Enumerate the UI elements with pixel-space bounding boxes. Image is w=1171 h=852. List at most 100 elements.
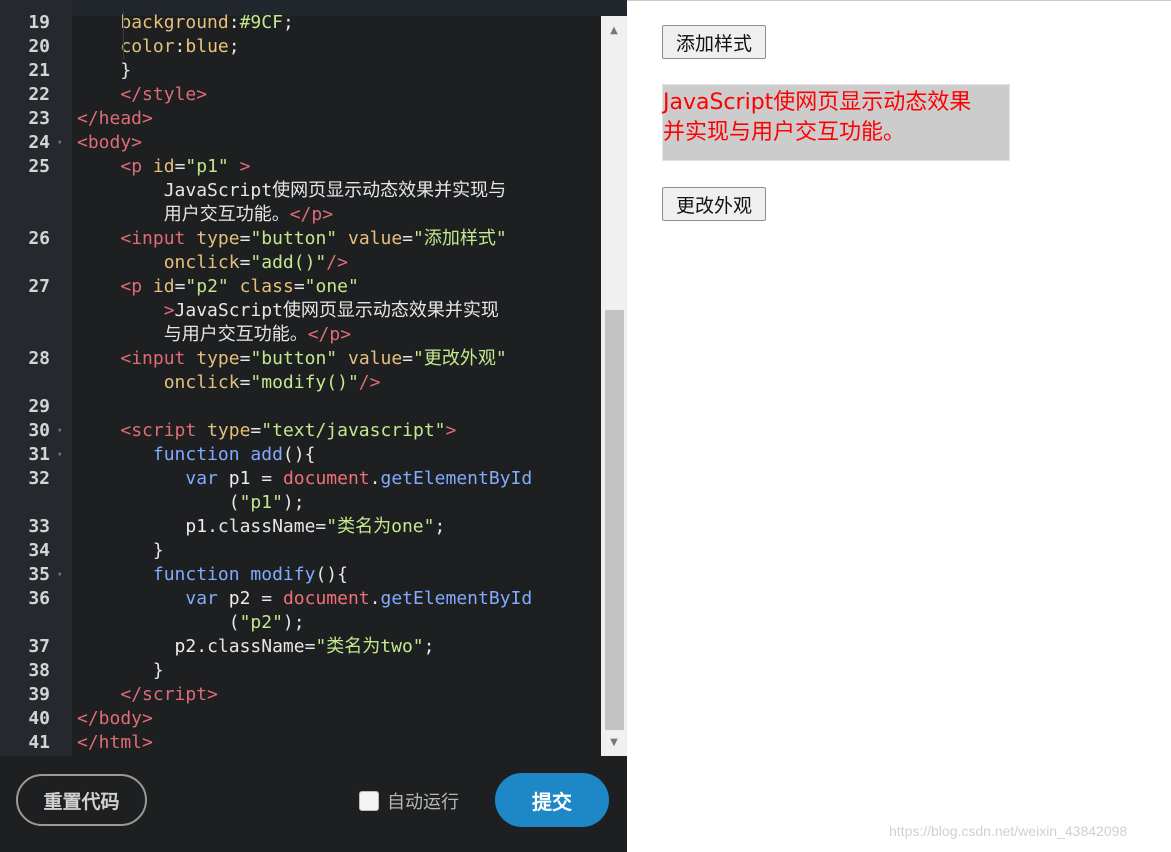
code-text: onclick="modify()"/> (163, 372, 381, 393)
line-number: 19 (28, 12, 50, 33)
code-text: >JavaScript使网页显示动态效果并实现 (163, 300, 499, 321)
line-number: 24 (28, 132, 50, 153)
code-line[interactable]: 28 <input type="button" value="更改外观" (0, 347, 600, 371)
code-line[interactable]: 39 </script> (0, 683, 600, 707)
code-line[interactable]: 36 var p2 = document.getElementById (0, 587, 600, 611)
code-line[interactable]: ("p1"); (0, 491, 600, 515)
code-line[interactable]: JavaScript使网页显示动态效果并实现与 (0, 179, 600, 203)
code-text: p2.className="类名为two"; (174, 636, 435, 657)
line-number: 25 (28, 156, 50, 177)
line-number: 38 (28, 660, 50, 681)
code-line[interactable]: 27 <p id="p2" class="one" (0, 275, 600, 299)
code-line[interactable]: 34 } (0, 539, 600, 563)
code-line[interactable]: 35 ▾ function modify(){ (0, 563, 600, 587)
code-line[interactable]: 与用户交互功能。</p> (0, 323, 600, 347)
scroll-up-arrow-icon[interactable]: ▲ (601, 22, 627, 40)
code-line[interactable]: 23 </head> (0, 107, 600, 131)
code-area[interactable]: 19 background:#9CF; 20 color:blue; 21 } 22 … (0, 11, 600, 755)
fold-arrow-icon[interactable]: ▾ (57, 419, 62, 443)
line-number: 29 (28, 396, 50, 417)
code-line[interactable]: 40 </body> (0, 707, 600, 731)
scroll-down-arrow-icon[interactable]: ▼ (601, 734, 627, 752)
code-line[interactable]: 24 ▾ <body> (0, 131, 600, 155)
code-text: <input type="button" value="更改外观" (120, 348, 507, 369)
autorun-label: 自动运行 (387, 792, 459, 813)
code-line[interactable]: >JavaScript使网页显示动态效果并实现 (0, 299, 600, 323)
editor-scrollbar[interactable]: ▲ ▼ (601, 16, 627, 756)
code-text: ("p1"); (77, 492, 305, 513)
line-number: 33 (28, 516, 50, 537)
code-editor-pane: 19 background:#9CF; 20 color:blue; 21 } 22 … (0, 0, 627, 852)
editor-footer: 重置代码 自动运行 提交 (0, 756, 627, 852)
code-text: p1.className="类名为one"; (185, 516, 446, 537)
code-line[interactable]: 33 p1.className="类名为one"; (0, 515, 600, 539)
code-text: <script type="text/javascript"> (120, 420, 457, 441)
line-number: 30 (28, 420, 50, 441)
line-number: 20 (28, 36, 50, 57)
autorun-checkbox[interactable] (359, 791, 379, 811)
code-line[interactable]: 21 } (0, 59, 600, 83)
line-number: 39 (28, 684, 50, 705)
code-line[interactable]: 32 var p1 = document.getElementById (0, 467, 600, 491)
code-text: function modify(){ (152, 564, 348, 585)
code-text: </head> (77, 108, 153, 129)
code-text: 用户交互功能。</p> (77, 204, 334, 225)
line-number: 35 (28, 564, 50, 585)
fold-arrow-icon[interactable]: ▾ (57, 443, 62, 467)
code-text: JavaScript使网页显示动态效果并实现与 (77, 180, 507, 201)
code-text: </style> (120, 84, 208, 105)
code-line[interactable]: 31 ▾ function add(){ (0, 443, 600, 467)
code-line[interactable]: 37 p2.className="类名为two"; (0, 635, 600, 659)
styled-paragraph: JavaScript使网页显示动态效果 并实现与用户交互功能。 (662, 84, 1010, 161)
fold-arrow-icon[interactable]: ▾ (57, 563, 62, 587)
code-line[interactable]: onclick="modify()"/> (0, 371, 600, 395)
scrollbar-thumb[interactable] (605, 310, 624, 730)
code-text: </script> (120, 684, 218, 705)
watermark: https://blog.csdn.net/weixin_43842098 (889, 823, 1128, 839)
code-line[interactable]: 41 </html> (0, 731, 600, 755)
code-text: } (77, 660, 164, 681)
code-text: } (77, 540, 164, 561)
paragraph-line-1: JavaScript使网页显示动态效果 (663, 90, 972, 115)
line-number: 36 (28, 588, 50, 609)
code-text: function add(){ (152, 444, 316, 465)
code-line[interactable]: 26 <input type="button" value="添加样式" (0, 227, 600, 251)
line-number: 23 (28, 108, 50, 129)
line-number: 31 (28, 444, 50, 465)
line-number: 28 (28, 348, 50, 369)
code-text: <body> (77, 132, 143, 153)
line-number: 22 (28, 84, 50, 105)
code-line[interactable]: onclick="add()"/> (0, 251, 600, 275)
code-line[interactable]: 20 color:blue; (0, 35, 600, 59)
code-line[interactable]: 38 } (0, 659, 600, 683)
line-number: 27 (28, 276, 50, 297)
paragraph-line-2: 并实现与用户交互功能。 (663, 120, 906, 145)
code-line[interactable]: 22 </style> (0, 83, 600, 107)
line-number: 41 (28, 732, 50, 753)
code-text: var p2 = document.getElementById (185, 588, 533, 609)
code-line[interactable]: 25 <p id="p1" > (0, 155, 600, 179)
line-number: 40 (28, 708, 50, 729)
line-number: 21 (28, 60, 50, 81)
code-line[interactable]: 19 background:#9CF; (0, 11, 600, 35)
submit-button[interactable]: 提交 (495, 773, 609, 827)
code-text: </body> (77, 708, 153, 729)
code-text: background:#9CF; (120, 11, 294, 35)
code-line[interactable]: 29 (0, 395, 600, 419)
line-number: 34 (28, 540, 50, 561)
code-line[interactable]: 30 ▾ <script type="text/javascript"> (0, 419, 600, 443)
reset-code-button[interactable]: 重置代码 (16, 774, 147, 826)
fold-arrow-icon[interactable]: ▾ (57, 131, 62, 155)
line-number: 32 (28, 468, 50, 489)
code-text: ("p2"); (77, 612, 305, 633)
autorun-toggle[interactable]: 自动运行 (359, 790, 459, 813)
code-text: <p id="p2" class="one" (120, 276, 359, 297)
code-text: <p id="p1" > (120, 156, 251, 177)
code-text: 与用户交互功能。</p> (77, 324, 352, 345)
add-style-button[interactable]: 添加样式 (662, 25, 766, 59)
preview-pane: 添加样式 JavaScript使网页显示动态效果 并实现与用户交互功能。 更改外… (627, 0, 1171, 852)
modify-appearance-button[interactable]: 更改外观 (662, 187, 766, 221)
code-line[interactable]: 用户交互功能。</p> (0, 203, 600, 227)
code-line[interactable]: ("p2"); (0, 611, 600, 635)
code-text: var p1 = document.getElementById (185, 468, 533, 489)
